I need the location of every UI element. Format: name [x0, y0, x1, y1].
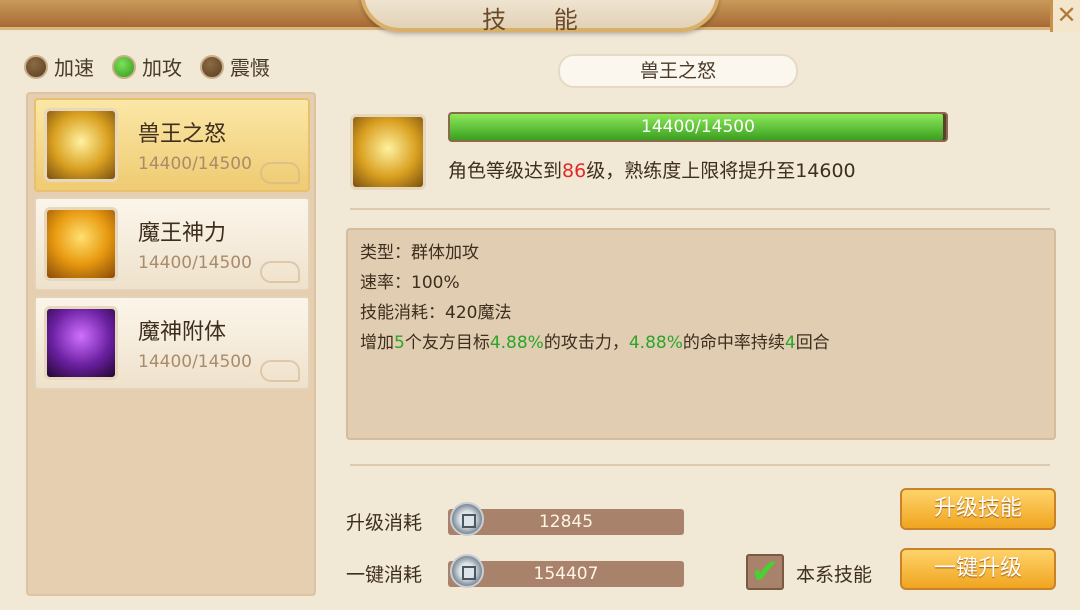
req-level: 86 [562, 160, 587, 182]
skill-proficiency: 14400/14500 [138, 352, 252, 372]
skill-name: 魔神附体 [138, 320, 227, 345]
divider [350, 208, 1050, 210]
proficiency-bar: 14400/14500 [448, 112, 948, 142]
same-school-checkbox[interactable]: ✔ [746, 554, 784, 590]
effect-number: 4.88% [628, 333, 683, 353]
effect-number: 4.88% [489, 333, 544, 353]
effect-text: 回合 [795, 333, 830, 353]
effect-text: 的命中率持续 [682, 333, 785, 353]
skill-title-banner: 兽王之怒 [558, 54, 798, 88]
radio-dot-selected-icon [112, 54, 136, 79]
cloud-ornament-icon [260, 162, 300, 184]
skill-proficiency: 14400/14500 [138, 253, 252, 273]
tab-label: 加攻 [142, 56, 182, 80]
skill-cost: 技能消耗：420魔法 [360, 303, 512, 323]
cloud-ornament-icon [260, 360, 300, 382]
skill-item-demon-king-power[interactable]: 魔王神力 14400/14500 [34, 197, 310, 291]
skill-item-beast-king-rage[interactable]: 兽王之怒 14400/14500 [34, 98, 310, 192]
tab-deter[interactable]: 震慑 [200, 52, 270, 81]
checkmark-icon: ✔ [750, 552, 780, 592]
proficiency-bar-text: 14400/14500 [641, 117, 755, 137]
divider [350, 464, 1050, 466]
silver-coin-icon [450, 502, 484, 536]
silver-coin-icon [450, 554, 484, 588]
radio-dot-icon [200, 54, 224, 79]
golden-beast-icon [350, 114, 426, 190]
effect-number: 5 [394, 333, 405, 353]
req-prefix: 角色等级达到 [448, 160, 563, 182]
radio-dot-icon [24, 54, 48, 79]
skill-proficiency: 14400/14500 [138, 154, 252, 174]
level-requirement: 角色等级达到86级，熟练度上限将提升至14600 [448, 156, 856, 183]
cloud-ornament-icon [260, 261, 300, 283]
tab-label: 震慑 [230, 56, 270, 80]
category-tabs: 加速 加攻 震慑 [24, 52, 270, 81]
skill-effect: 增加5个友方目标4.88%的攻击力，4.88%的命中率持续4回合 [360, 328, 1042, 358]
skill-name: 魔王神力 [138, 221, 227, 246]
tab-attack[interactable]: 加攻 [112, 52, 182, 81]
effect-text: 个友方目标 [404, 333, 490, 353]
demon-possession-icon [44, 306, 118, 380]
oneclick-upgrade-button[interactable]: 一键升级 [900, 548, 1056, 590]
tab-speed[interactable]: 加速 [24, 52, 94, 81]
skill-item-demon-possession[interactable]: 魔神附体 14400/14500 [34, 296, 310, 390]
demon-power-icon [44, 207, 118, 281]
oneclick-cost-label: 一键消耗 [346, 564, 423, 586]
tab-label: 加速 [54, 56, 94, 80]
window-title-plate: 技 能 [360, 0, 720, 34]
same-school-label: 本系技能 [796, 564, 873, 586]
effect-number: 4 [784, 333, 796, 353]
window-title: 技 能 [482, 6, 598, 34]
close-icon[interactable]: ✕ [1050, 0, 1080, 32]
effect-text: 的攻击力， [543, 333, 629, 353]
skill-list: 兽王之怒 14400/14500 魔王神力 14400/14500 魔神附体 1… [26, 92, 316, 596]
effect-text: 增加 [360, 333, 394, 353]
upgrade-skill-button[interactable]: 升级技能 [900, 488, 1056, 530]
skill-description: 类型：群体加攻 速率：100% 技能消耗：420魔法 增加5个友方目标4.88%… [346, 228, 1056, 440]
golden-beast-icon [44, 108, 118, 182]
req-suffix: 级，熟练度上限将提升至14600 [586, 160, 856, 182]
skill-rate: 速率：100% [360, 273, 460, 293]
skill-type: 类型：群体加攻 [360, 243, 479, 263]
skill-name: 兽王之怒 [138, 122, 227, 147]
upgrade-cost-label: 升级消耗 [346, 512, 423, 534]
